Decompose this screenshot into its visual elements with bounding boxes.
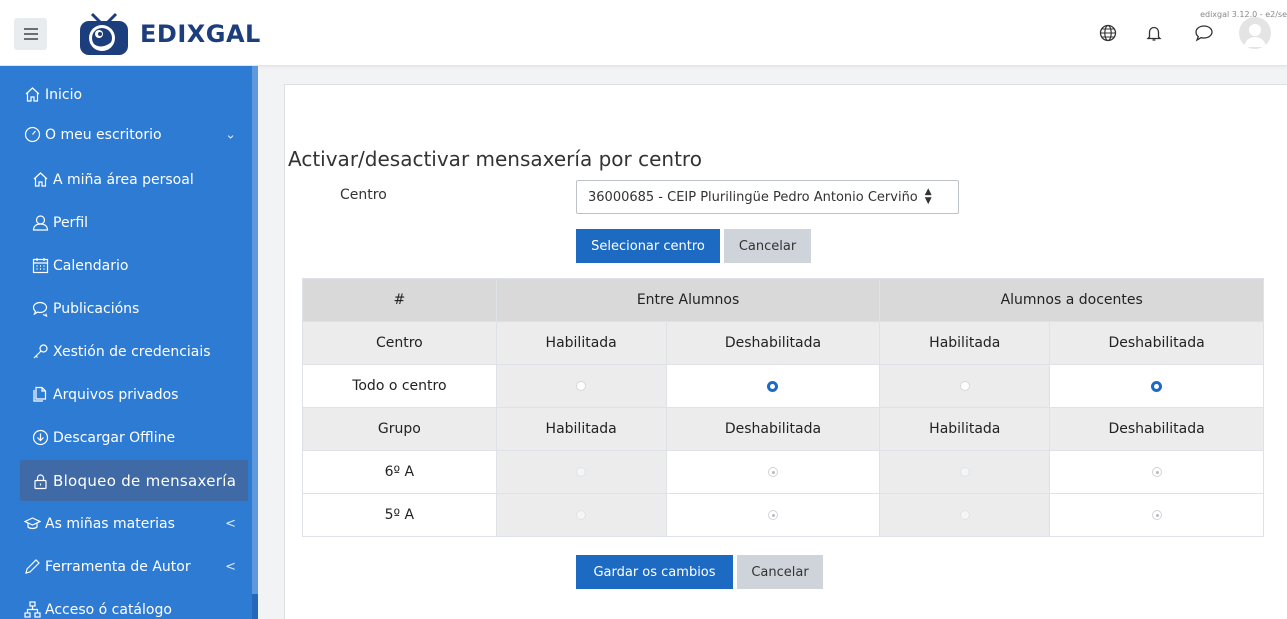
subheader-cell: Habilitada — [495, 321, 667, 365]
table-subheader-row: Centro Habilitada Deshabilitada Habilita… — [302, 321, 1264, 365]
select-arrows-icon: ▲ ▼ — [924, 187, 932, 206]
brand-name: EDIXGAL — [140, 20, 261, 48]
sidebar-item-acceso-catalogo[interactable]: Acceso ó catálogo — [24, 601, 172, 618]
radio-cell — [1049, 493, 1264, 537]
sidebar-item-area-persoal[interactable]: A miña área persoal — [32, 171, 194, 188]
files-icon — [33, 386, 47, 402]
subheader-cell: Deshabilitada — [1049, 321, 1264, 365]
radio-button — [576, 467, 587, 477]
radio-button — [767, 467, 778, 477]
messaging-permissions-table: # Entre Alumnos Alumnos a docentes Centr… — [302, 278, 1264, 537]
subheader-cell: Deshabilitada — [665, 407, 881, 451]
radio-button — [1151, 467, 1162, 477]
centro-select[interactable]: 36000685 - CEIP Plurilingüe Pedro Antoni… — [576, 180, 959, 214]
subheader-cell: Habilitada — [879, 321, 1051, 365]
centro-label: Centro — [340, 187, 387, 203]
radio-button — [1151, 510, 1162, 520]
table-subheader-row: Grupo Habilitada Deshabilitada Habilitad… — [302, 407, 1264, 451]
radio-cell — [665, 364, 881, 408]
subheader-cell: Deshabilitada — [665, 321, 881, 365]
page-title: Activar/desactivar mensaxería por centro — [288, 147, 702, 171]
cancel-button[interactable]: Cancelar — [724, 229, 811, 263]
sidebar-item-ferramenta-autor[interactable]: Ferramenta de Autor < — [24, 558, 236, 575]
radio-button — [576, 510, 587, 520]
sidebar-item-bloqueo-mensaxeria[interactable]: Bloqueo de mensaxería — [32, 472, 236, 490]
row-label: 6º A — [302, 450, 497, 494]
globe-icon[interactable] — [1097, 22, 1119, 44]
brand-logo[interactable]: EDIXGAL — [78, 12, 261, 56]
sitemap-icon — [24, 601, 41, 618]
chat-icon[interactable] — [1193, 22, 1215, 44]
home-icon — [25, 87, 40, 102]
download-icon — [32, 429, 49, 446]
bell-icon[interactable] — [1143, 22, 1165, 44]
graduation-cap-icon — [24, 517, 41, 530]
radio-button[interactable] — [959, 381, 970, 391]
radio-cell — [495, 450, 667, 494]
radio-button — [767, 510, 778, 520]
cancel-bottom-button[interactable]: Cancelar — [737, 555, 823, 589]
radio-button[interactable] — [576, 381, 587, 391]
subheader-cell: Deshabilitada — [1049, 407, 1264, 451]
calendar-icon — [32, 258, 49, 274]
radio-cell — [879, 450, 1051, 494]
sidebar-item-perfil[interactable]: Perfil — [32, 214, 88, 231]
table-row: 6º A — [302, 450, 1264, 494]
hamburger-icon — [23, 28, 38, 40]
centro-select-value: 36000685 - CEIP Plurilingüe Pedro Antoni… — [588, 189, 918, 205]
radio-cell — [665, 493, 881, 537]
row-label: 5º A — [302, 493, 497, 537]
sidebar-item-publicacions[interactable]: Publicacións — [32, 300, 139, 317]
home-icon — [33, 172, 48, 187]
sidebar-item-inicio[interactable]: Inicio — [24, 86, 82, 103]
subheader-cell: Centro — [302, 321, 497, 365]
radio-cell — [879, 493, 1051, 537]
radio-cell — [495, 364, 667, 408]
header-cell: Alumnos a docentes — [879, 278, 1264, 322]
version-label: edixgal 3.12.0 - e2/se — [1200, 10, 1287, 19]
lock-icon — [34, 473, 47, 489]
chevron-left-icon: < — [225, 516, 236, 531]
chevron-left-icon: < — [225, 559, 236, 574]
save-changes-button[interactable]: Gardar os cambios — [576, 555, 733, 589]
radio-cell — [495, 493, 667, 537]
row-label: Todo o centro — [302, 364, 497, 408]
dashboard-icon — [24, 126, 41, 143]
sidebar-item-descargar-offline[interactable]: Descargar Offline — [32, 429, 175, 446]
pencil-icon — [25, 559, 40, 574]
table-header-row: # Entre Alumnos Alumnos a docentes — [302, 278, 1264, 322]
subheader-cell: Grupo — [302, 407, 497, 451]
radio-cell — [879, 364, 1051, 408]
chevron-down-icon: ⌄ — [225, 127, 236, 142]
header-cell: # — [302, 278, 497, 322]
menu-toggle-button[interactable] — [14, 18, 47, 50]
radio-button[interactable] — [767, 380, 779, 392]
sidebar-item-xestion-credenciais[interactable]: Xestión de credenciais — [32, 343, 211, 360]
subheader-cell: Habilitada — [879, 407, 1051, 451]
table-row: Todo o centro — [302, 364, 1264, 408]
comments-icon — [32, 301, 48, 317]
radio-cell — [665, 450, 881, 494]
key-icon — [33, 344, 48, 359]
sidebar-item-o-meu-escritorio[interactable]: O meu escritorio ⌄ — [24, 126, 236, 143]
select-centre-button[interactable]: Selecionar centro — [576, 229, 720, 263]
edixgal-logo-icon — [80, 12, 128, 55]
radio-cell — [1049, 450, 1264, 494]
header-cell: Entre Alumnos — [495, 278, 881, 322]
top-navbar: EDIXGAL edixgal 3.12.0 - e2/se — [0, 0, 1287, 66]
radio-cell — [1049, 364, 1264, 408]
sidebar-item-arquivos-privados[interactable]: Arquivos privados — [32, 386, 178, 403]
radio-button — [959, 467, 970, 477]
user-icon — [32, 215, 49, 231]
table-row: 5º A — [302, 493, 1264, 537]
sidebar-item-as-minas-materias[interactable]: As miñas materias < — [24, 515, 236, 532]
radio-button[interactable] — [1151, 380, 1163, 392]
subheader-cell: Habilitada — [495, 407, 667, 451]
sidebar-scrollbar-thumb[interactable] — [252, 66, 258, 594]
sidebar-item-calendario[interactable]: Calendario — [32, 257, 128, 274]
radio-button — [959, 510, 970, 520]
avatar[interactable] — [1239, 17, 1271, 49]
